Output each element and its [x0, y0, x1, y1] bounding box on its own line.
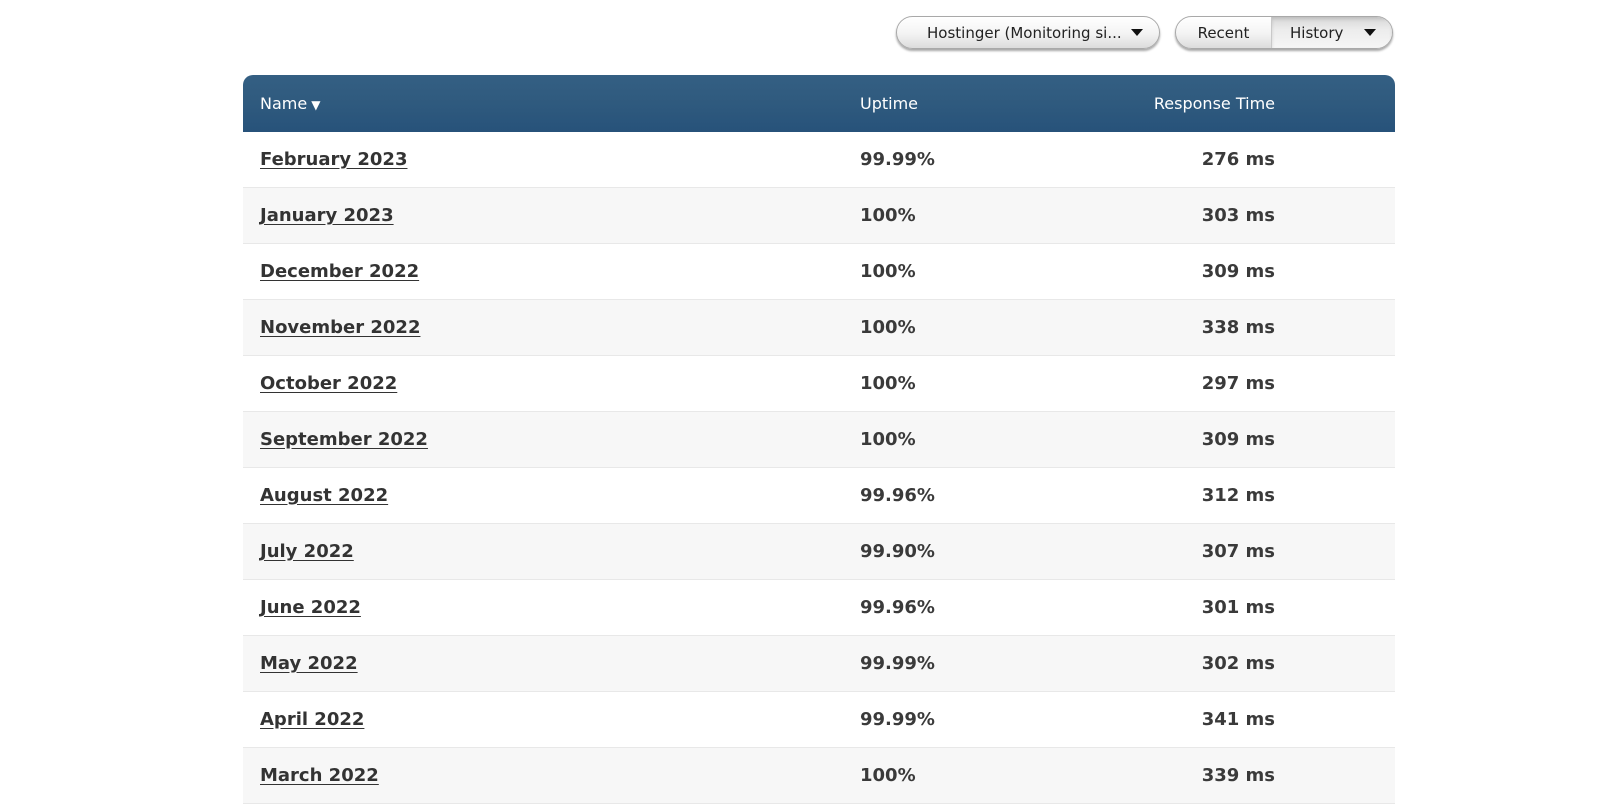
- month-link[interactable]: January 2023: [260, 205, 394, 226]
- response-time-value: 339 ms: [1201, 765, 1275, 786]
- site-select-dropdown[interactable]: Hostinger (Monitoring si...: [896, 16, 1160, 49]
- table-row: April 2022 99.99% 341 ms: [243, 692, 1395, 748]
- uptime-value: 100%: [860, 765, 916, 786]
- uptime-value: 100%: [860, 261, 916, 282]
- column-header-uptime[interactable]: Uptime: [860, 94, 918, 113]
- table-header: Name ▼ Uptime Response Time: [243, 75, 1395, 132]
- response-time-value: 338 ms: [1201, 317, 1275, 338]
- site-select-label: Hostinger (Monitoring si...: [927, 23, 1122, 42]
- history-button-label: History: [1290, 23, 1344, 42]
- column-header-name[interactable]: Name ▼: [260, 94, 320, 113]
- uptime-history-table: Name ▼ Uptime Response Time February 2023…: [243, 75, 1395, 804]
- uptime-value: 100%: [860, 373, 916, 394]
- response-time-value: 307 ms: [1201, 541, 1275, 562]
- recent-button[interactable]: Recent: [1176, 17, 1272, 48]
- month-link[interactable]: December 2022: [260, 261, 419, 282]
- caret-down-icon: [1131, 29, 1143, 36]
- uptime-value: 99.96%: [860, 485, 935, 506]
- uptime-value: 99.90%: [860, 541, 935, 562]
- view-toggle-group: Recent History: [1175, 16, 1393, 49]
- month-link[interactable]: August 2022: [260, 485, 388, 506]
- table-row: July 2022 99.90% 307 ms: [243, 524, 1395, 580]
- month-link[interactable]: November 2022: [260, 317, 420, 338]
- response-time-value: 276 ms: [1201, 149, 1275, 170]
- column-header-name-label: Name: [260, 94, 308, 113]
- uptime-value: 99.99%: [860, 653, 935, 674]
- table-row: May 2022 99.99% 302 ms: [243, 636, 1395, 692]
- uptime-value: 100%: [860, 317, 916, 338]
- uptime-value: 99.99%: [860, 149, 935, 170]
- table-body: February 2023 99.99% 276 ms January 2023 100…: [243, 132, 1395, 804]
- uptime-value: 100%: [860, 429, 916, 450]
- month-link[interactable]: March 2022: [260, 765, 379, 786]
- response-time-value: 309 ms: [1201, 429, 1275, 450]
- table-row: October 2022 100% 297 ms: [243, 356, 1395, 412]
- response-time-value: 297 ms: [1201, 373, 1275, 394]
- month-link[interactable]: February 2023: [260, 149, 407, 170]
- month-link[interactable]: July 2022: [260, 541, 354, 562]
- response-time-value: 302 ms: [1201, 653, 1275, 674]
- response-time-value: 309 ms: [1201, 261, 1275, 282]
- response-time-value: 303 ms: [1201, 205, 1275, 226]
- column-header-response-time[interactable]: Response Time: [1154, 94, 1275, 113]
- uptime-value: 99.96%: [860, 597, 935, 618]
- sort-descending-icon: ▼: [311, 98, 321, 112]
- month-link[interactable]: May 2022: [260, 653, 358, 674]
- response-time-value: 301 ms: [1201, 597, 1275, 618]
- table-row: February 2023 99.99% 276 ms: [243, 132, 1395, 188]
- recent-button-label: Recent: [1197, 23, 1250, 42]
- month-link[interactable]: April 2022: [260, 709, 364, 730]
- month-link[interactable]: June 2022: [260, 597, 361, 618]
- uptime-value: 99.99%: [860, 709, 935, 730]
- table-row: November 2022 100% 338 ms: [243, 300, 1395, 356]
- uptime-value: 100%: [860, 205, 916, 226]
- table-row: August 2022 99.96% 312 ms: [243, 468, 1395, 524]
- table-row: September 2022 100% 309 ms: [243, 412, 1395, 468]
- toolbar: Hostinger (Monitoring si... Recent Histo…: [0, 16, 1607, 52]
- table-row: March 2022 100% 339 ms: [243, 748, 1395, 804]
- history-dropdown-button[interactable]: History: [1272, 17, 1392, 48]
- response-time-value: 312 ms: [1201, 485, 1275, 506]
- table-row: January 2023 100% 303 ms: [243, 188, 1395, 244]
- response-time-value: 341 ms: [1201, 709, 1275, 730]
- table-row: June 2022 99.96% 301 ms: [243, 580, 1395, 636]
- table-row: December 2022 100% 309 ms: [243, 244, 1395, 300]
- month-link[interactable]: September 2022: [260, 429, 428, 450]
- month-link[interactable]: October 2022: [260, 373, 397, 394]
- caret-down-icon: [1364, 29, 1376, 36]
